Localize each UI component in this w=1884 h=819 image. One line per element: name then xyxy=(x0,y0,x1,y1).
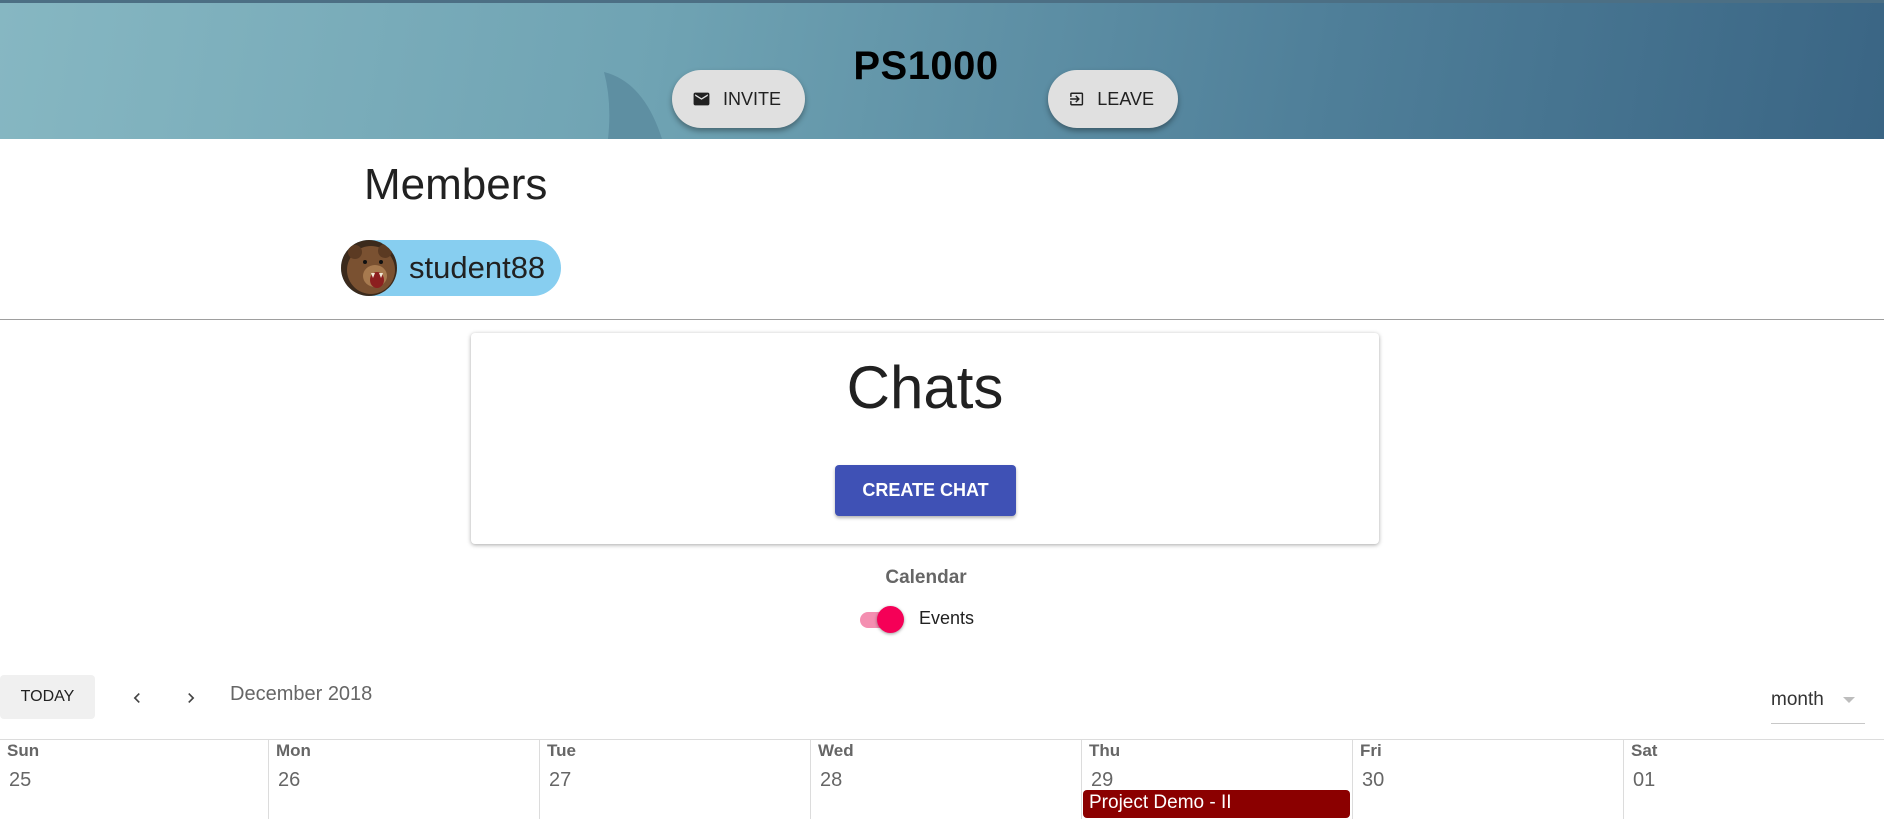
create-chat-button[interactable]: CREATE CHAT xyxy=(835,465,1016,516)
member-chip[interactable]: student88 xyxy=(341,240,561,296)
header-top-line xyxy=(0,0,1884,3)
exit-icon xyxy=(1070,92,1084,106)
chats-card: Chats CREATE CHAT xyxy=(471,333,1379,544)
calendar-event[interactable]: Project Demo - II xyxy=(1083,790,1350,818)
leave-label: LEAVE xyxy=(1097,88,1154,109)
next-month-button[interactable] xyxy=(173,680,209,716)
view-select-value: month xyxy=(1771,689,1824,710)
day-number: 26 xyxy=(278,769,301,791)
day-cell-fri[interactable]: Fri 30 xyxy=(1352,740,1623,819)
day-cell-tue[interactable]: Tue 27 xyxy=(539,740,810,819)
toggle-thumb xyxy=(877,606,904,633)
day-cell-sun[interactable]: Sun 25 xyxy=(0,740,268,819)
members-title: Members xyxy=(364,160,548,209)
day-number: 28 xyxy=(820,769,843,791)
mail-icon xyxy=(693,92,710,106)
previous-month-button[interactable] xyxy=(119,680,155,716)
events-toggle-label: Events xyxy=(919,608,975,628)
day-name: Tue xyxy=(547,741,576,760)
group-title: PS1000 xyxy=(853,44,999,88)
bear-avatar-image xyxy=(341,240,397,296)
day-cell-sat[interactable]: Sat 01 xyxy=(1623,740,1884,819)
day-number: 01 xyxy=(1633,769,1656,791)
avatar xyxy=(341,240,397,296)
events-toggle[interactable] xyxy=(859,604,904,633)
view-select[interactable]: month xyxy=(1771,680,1865,724)
day-cell-mon[interactable]: Mon 26 xyxy=(268,740,539,819)
day-name: Wed xyxy=(818,741,854,760)
chevron-right-icon xyxy=(188,693,195,703)
group-header: PS1000 INVITE LEAVE xyxy=(0,0,1884,139)
invite-label: INVITE xyxy=(722,88,781,109)
invite-button[interactable]: INVITE xyxy=(672,70,805,128)
day-name: Fri xyxy=(1360,741,1382,760)
day-number: 29 xyxy=(1091,769,1114,791)
dropdown-arrow-icon xyxy=(1843,697,1855,703)
chats-title: Chats xyxy=(846,354,1004,421)
day-cell-wed[interactable]: Wed 28 xyxy=(810,740,1081,819)
day-name: Sun xyxy=(7,741,40,760)
day-name: Mon xyxy=(276,741,311,760)
day-name: Sat xyxy=(1631,741,1658,760)
calendar-grid: Sun 25 Mon 26 Tue 27 Wed 28 Thu 29 Fri 3… xyxy=(0,739,1884,819)
section-divider xyxy=(0,319,1884,320)
day-number: 27 xyxy=(549,769,572,791)
month-label: December 2018 xyxy=(230,683,373,705)
member-name: student88 xyxy=(409,250,546,285)
day-number: 30 xyxy=(1362,769,1385,791)
leave-button[interactable]: LEAVE xyxy=(1048,70,1178,128)
day-name: Thu xyxy=(1089,741,1121,760)
today-button[interactable]: TODAY xyxy=(0,675,95,719)
chevron-left-icon xyxy=(133,693,140,703)
day-number: 25 xyxy=(9,769,32,791)
calendar-title: Calendar xyxy=(885,567,967,588)
